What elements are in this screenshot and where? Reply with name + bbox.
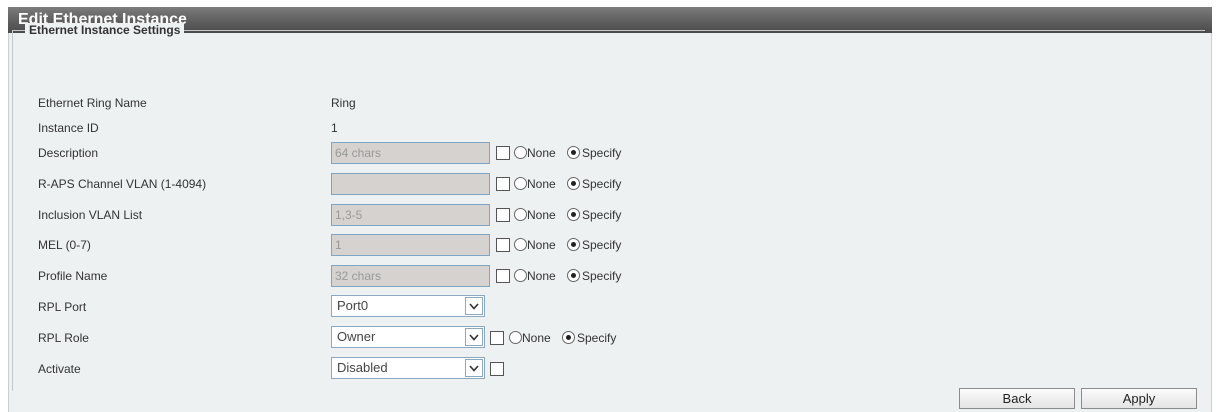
rpl-role-select[interactable]: Owner [331, 326, 485, 348]
rpl-port-select[interactable]: Port0 [331, 295, 485, 317]
raps-vlan-checkbox[interactable] [496, 177, 510, 191]
description-none-label: None [527, 146, 556, 160]
row-inclusion-vlan: Inclusion VLAN List 1,3-5 None Specify [0, 204, 1200, 228]
inclusion-vlan-specify-radio[interactable] [567, 208, 580, 221]
inclusion-vlan-none-radio[interactable] [514, 208, 527, 221]
description-specify-radio[interactable] [567, 146, 580, 159]
ring-name-label: Ethernet Ring Name [38, 96, 147, 110]
raps-vlan-none-label: None [527, 177, 556, 191]
ring-name-value: Ring [331, 96, 356, 110]
mel-checkbox[interactable] [496, 238, 510, 252]
raps-vlan-specify-label: Specify [582, 177, 622, 191]
rpl-port-value: Port0 [337, 298, 369, 313]
mel-input[interactable]: 1 [331, 234, 490, 256]
raps-vlan-input[interactable] [331, 173, 490, 195]
mel-label: MEL (0-7) [38, 238, 91, 252]
row-raps-vlan: R-APS Channel VLAN (1-4094) None Specify [0, 173, 1200, 197]
row-description: Description 64 chars None Specify [0, 142, 1200, 166]
raps-vlan-none-radio[interactable] [514, 177, 527, 190]
description-input[interactable]: 64 chars [331, 142, 490, 164]
row-activate: Activate Disabled [0, 357, 1200, 382]
activate-checkbox[interactable] [490, 362, 504, 376]
raps-vlan-specify-radio[interactable] [567, 177, 580, 190]
description-label: Description [38, 146, 99, 160]
instance-id-label: Instance ID [38, 121, 99, 135]
row-profile-name: Profile Name 32 chars None Specify [0, 265, 1200, 289]
profile-name-none-radio[interactable] [514, 269, 527, 282]
row-ring-name: Ethernet Ring Name Ring [0, 92, 1200, 116]
inclusion-vlan-label: Inclusion VLAN List [38, 208, 143, 222]
raps-vlan-label: R-APS Channel VLAN (1-4094) [38, 177, 207, 191]
profile-name-input[interactable]: 32 chars [331, 265, 490, 287]
mel-specify-radio[interactable] [567, 238, 580, 251]
rpl-role-checkbox[interactable] [490, 331, 504, 345]
row-rpl-role: RPL Role Owner None Specify [0, 326, 1200, 351]
inclusion-vlan-none-label: None [527, 208, 556, 222]
rpl-role-specify-label: Specify [577, 331, 617, 345]
inclusion-vlan-checkbox[interactable] [496, 208, 510, 222]
description-specify-label: Specify [582, 146, 622, 160]
apply-button[interactable]: Apply [1081, 388, 1197, 409]
section-title: Ethernet Instance Settings [25, 23, 185, 37]
description-checkbox[interactable] [496, 146, 510, 160]
activate-value: Disabled [337, 360, 388, 375]
rpl-port-label: RPL Port [38, 300, 87, 314]
profile-name-specify-radio[interactable] [567, 269, 580, 282]
profile-name-specify-label: Specify [582, 269, 622, 283]
row-rpl-port: RPL Port Port0 [0, 295, 1200, 320]
rpl-role-label: RPL Role [38, 331, 89, 345]
row-mel: MEL (0-7) 1 None Specify [0, 234, 1200, 258]
back-button[interactable]: Back [959, 388, 1075, 409]
description-none-radio[interactable] [514, 146, 527, 159]
instance-id-value: 1 [331, 121, 338, 135]
chevron-down-icon[interactable] [465, 297, 483, 315]
row-instance-id: Instance ID 1 [0, 117, 1200, 141]
profile-name-label: Profile Name [38, 269, 108, 283]
profile-name-none-label: None [527, 269, 556, 283]
profile-name-checkbox[interactable] [496, 269, 510, 283]
activate-label: Activate [38, 362, 81, 376]
inclusion-vlan-specify-label: Specify [582, 208, 622, 222]
rpl-role-value: Owner [337, 329, 376, 344]
mel-none-label: None [527, 238, 556, 252]
chevron-down-icon[interactable] [465, 359, 483, 377]
chevron-down-icon[interactable] [465, 328, 483, 346]
activate-select[interactable]: Disabled [331, 357, 485, 379]
rpl-role-specify-radio[interactable] [562, 331, 575, 344]
inclusion-vlan-input[interactable]: 1,3-5 [331, 204, 490, 226]
mel-none-radio[interactable] [514, 238, 527, 251]
rpl-role-none-label: None [522, 331, 551, 345]
mel-specify-label: Specify [582, 238, 622, 252]
rpl-role-none-radio[interactable] [509, 331, 522, 344]
